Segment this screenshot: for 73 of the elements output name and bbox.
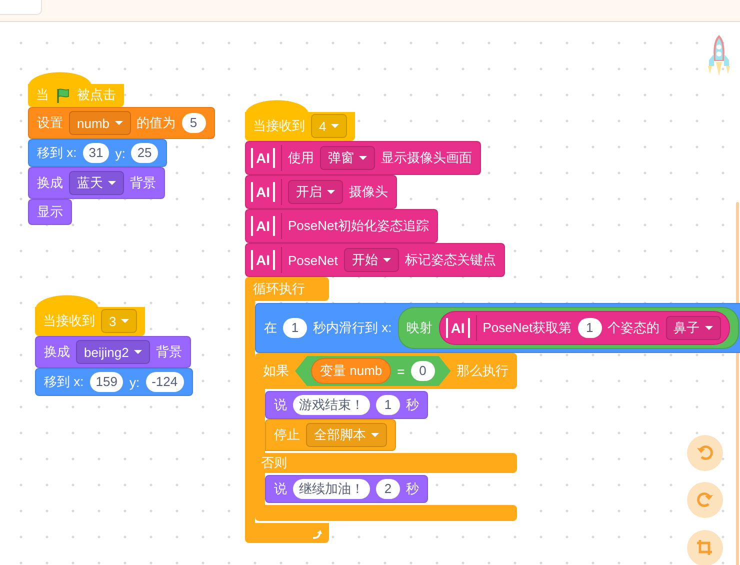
block-label: 标记姿态关键点: [404, 251, 496, 269]
block-label: 移到 x:: [37, 144, 77, 162]
block-label: PoseNet初始化姿态追踪: [288, 217, 429, 235]
caret-icon: [371, 433, 379, 437]
block-label: 如果: [263, 362, 289, 380]
block-label: 背景: [156, 343, 182, 361]
number-input[interactable]: 5: [182, 113, 206, 133]
number-input[interactable]: 31: [82, 143, 110, 163]
block-label: 秒: [406, 396, 419, 414]
crop-icon: [695, 538, 715, 558]
block-label: 那么执行: [456, 362, 509, 380]
caret-icon: [704, 326, 713, 330]
caret-icon: [114, 121, 123, 125]
block-label: 映射: [406, 319, 433, 337]
caret-icon: [327, 190, 335, 194]
caret-icon: [121, 319, 130, 323]
block-label: 说: [274, 396, 287, 414]
number-input[interactable]: 1: [578, 318, 602, 338]
dropdown[interactable]: 开始: [344, 248, 399, 272]
block-label: 显示: [37, 203, 63, 221]
redo-button[interactable]: [687, 482, 723, 518]
block-label: 背景: [130, 174, 156, 192]
number-input[interactable]: 2: [376, 479, 400, 499]
block-label: 移到 x:: [44, 373, 84, 391]
dropdown[interactable]: 开启: [288, 180, 343, 204]
block-label: 个姿态的: [608, 319, 660, 337]
block-label: PoseNet获取第: [482, 319, 572, 337]
undo-button[interactable]: [687, 435, 723, 471]
dropdown[interactable]: 弹窗: [320, 146, 375, 170]
number-input[interactable]: 1: [283, 318, 307, 338]
caret-icon: [331, 124, 340, 128]
block-label: 秒内滑行到 x:: [313, 319, 392, 337]
number-input[interactable]: 0: [410, 361, 435, 381]
block-label: 当接收到: [43, 312, 95, 330]
block-label: 的值为: [136, 114, 176, 132]
block-label: 当: [36, 86, 49, 104]
block-label: 显示摄像头画面: [381, 149, 472, 167]
block-label: 使用: [288, 149, 314, 167]
number-input[interactable]: -124: [146, 372, 184, 392]
block-label: 摄像头: [349, 183, 388, 201]
block-label: 当接收到: [253, 117, 305, 135]
block-label: y:: [129, 374, 140, 390]
block-label: 在: [264, 319, 277, 337]
crop-button[interactable]: [687, 530, 723, 565]
block-label: 停止: [274, 426, 300, 444]
caret-icon: [108, 181, 116, 185]
text-input[interactable]: 游戏结束！: [293, 395, 370, 415]
undo-icon: [695, 443, 715, 463]
block-label: =: [397, 364, 405, 378]
block-label: 说: [274, 480, 287, 498]
block-label: 秒: [406, 480, 419, 498]
flag-icon: [55, 86, 71, 104]
block-label: 被点击: [77, 86, 116, 104]
number-input[interactable]: 159: [90, 372, 124, 392]
block-label: PoseNet: [288, 252, 338, 268]
caret-icon: [382, 258, 391, 262]
block-label: y:: [115, 146, 126, 160]
number-input[interactable]: 25: [131, 143, 158, 163]
text-input[interactable]: 继续加油！: [293, 479, 370, 499]
block-label: 循环执行: [253, 280, 305, 298]
dropdown[interactable]: 蓝天: [69, 171, 124, 195]
redo-icon: [695, 490, 715, 510]
loop-arrow-icon: [311, 529, 323, 540]
block-label: 换成: [44, 343, 70, 361]
number-input[interactable]: 1: [376, 395, 400, 415]
caret-icon: [359, 156, 367, 160]
block-label: 设置: [37, 114, 63, 132]
dropdown[interactable]: 鼻子: [666, 316, 721, 340]
dropdown[interactable]: beijing2: [76, 340, 150, 364]
caret-icon: [134, 350, 142, 354]
block-label: 换成: [37, 174, 63, 192]
block-label: 变量 numb: [320, 362, 382, 380]
block-label: 否则: [261, 454, 287, 472]
